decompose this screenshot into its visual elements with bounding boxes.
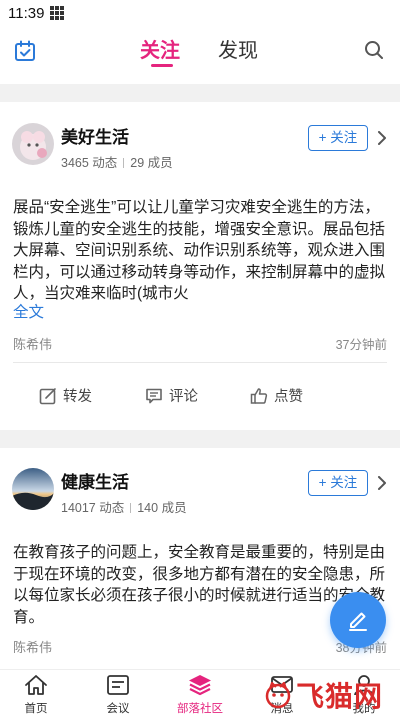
like-button[interactable]: 点赞 — [250, 385, 303, 406]
thumbs-up-icon — [250, 387, 268, 404]
top-nav: 关注 发现 — [0, 26, 400, 82]
cat-logo-icon — [265, 681, 291, 708]
group-avatar[interactable] — [12, 468, 54, 510]
chevron-right-icon[interactable] — [377, 476, 387, 490]
edit-icon — [349, 612, 367, 631]
member-count: 140 成员 — [137, 501, 187, 515]
post-author[interactable]: 陈希伟 — [13, 334, 52, 353]
home-icon — [25, 675, 47, 695]
like-label: 点赞 — [274, 389, 303, 405]
nav-meeting-label: 会议 — [106, 703, 130, 715]
watermark-logo: 飞猫网 — [264, 670, 400, 719]
group-avatar[interactable] — [12, 123, 54, 165]
nav-meeting[interactable]: 会议 — [86, 674, 150, 719]
tab-discover[interactable]: 发现 — [218, 34, 258, 63]
follow-button[interactable]: + 关注 — [308, 125, 368, 151]
comment-label: 评论 — [169, 389, 198, 405]
divider — [13, 362, 387, 363]
follow-button[interactable]: + 关注 — [308, 470, 368, 496]
comment-button[interactable]: 评论 — [145, 385, 198, 406]
post-actions: 转发 评论 点赞 — [0, 385, 400, 409]
post-time: 37分钟前 — [335, 338, 387, 352]
tab-active-indicator — [151, 64, 173, 67]
chevron-right-icon[interactable] — [377, 131, 387, 145]
notification-grid-icon — [50, 6, 65, 20]
compose-button[interactable] — [330, 592, 386, 648]
section-separator — [0, 430, 400, 448]
post-author[interactable]: 陈希伟 — [13, 637, 52, 656]
search-icon[interactable] — [364, 40, 384, 60]
community-icon — [189, 675, 211, 696]
group-header[interactable]: 美好生活 3465 动态 29 成员 + 关注 — [0, 123, 400, 183]
meeting-icon — [107, 675, 129, 695]
nav-community-label: 部落社区 — [177, 703, 223, 715]
repost-button[interactable]: 转发 — [39, 385, 92, 406]
status-time: 11:39 — [8, 4, 45, 22]
full-text-link[interactable]: 全文 — [13, 300, 44, 322]
section-separator — [0, 84, 400, 102]
repost-label: 转发 — [63, 389, 92, 405]
watermark-text: 飞猫网 — [296, 679, 384, 713]
nav-home-label: 首页 — [24, 703, 48, 715]
member-count: 29 成员 — [130, 156, 173, 170]
dynamic-count: 14017 动态 — [61, 501, 125, 515]
post-content[interactable]: 展品“安全逃生”可以让儿童学习灾难安全逃生的方法，锻炼儿童的安全逃生的技能，增强… — [13, 197, 390, 305]
group-name[interactable]: 健康生活 — [61, 468, 129, 493]
group-name[interactable]: 美好生活 — [61, 123, 129, 148]
comment-icon — [146, 388, 162, 403]
nav-home[interactable]: 首页 — [4, 674, 68, 719]
nav-community[interactable]: 部落社区 — [168, 674, 232, 719]
share-icon — [39, 387, 56, 404]
calendar-icon[interactable] — [14, 40, 36, 62]
tab-follow[interactable]: 关注 — [140, 34, 180, 63]
status-bar: 11:39 — [0, 0, 400, 26]
dynamic-count: 3465 动态 — [61, 156, 118, 170]
group-stats: 3465 动态 29 成员 — [61, 152, 173, 171]
group-header[interactable]: 健康生活 14017 动态 140 成员 + 关注 — [0, 468, 400, 528]
group-stats: 14017 动态 140 成员 — [61, 497, 187, 516]
